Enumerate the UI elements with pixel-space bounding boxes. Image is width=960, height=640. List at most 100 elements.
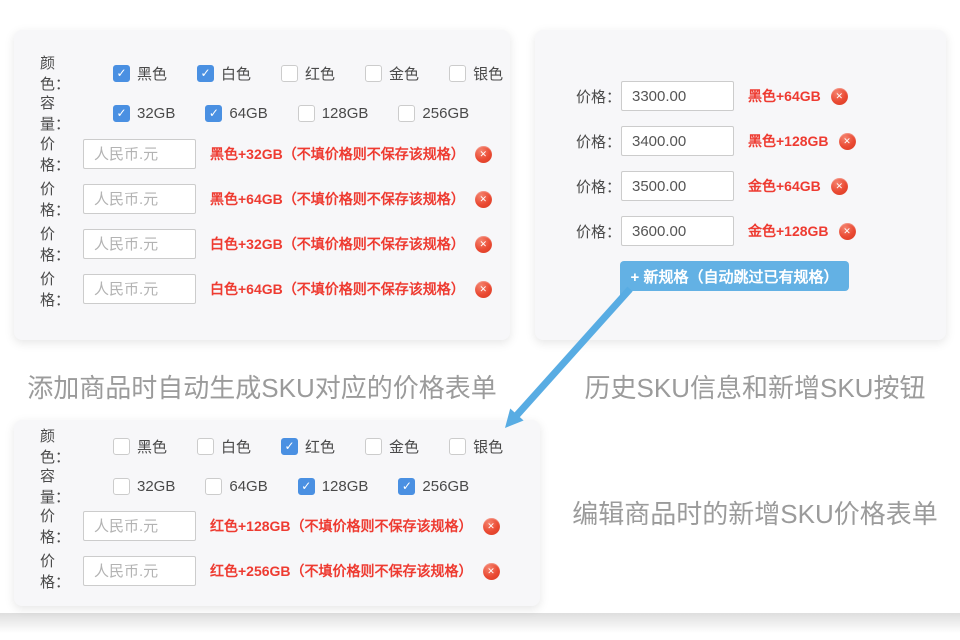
capacity-option-64gb[interactable]: ✓ 64GB — [205, 478, 267, 495]
price-row: 价格： 金色+128GB ✕ — [535, 216, 946, 246]
checkbox-icon: ✓ — [197, 438, 214, 455]
price-input[interactable] — [621, 81, 734, 111]
color-option-silver[interactable]: ✓ 银色 — [449, 63, 503, 84]
price-label: 价格： — [40, 223, 83, 265]
checkbox-icon: ✓ — [197, 65, 214, 82]
price-label: 价格： — [576, 86, 621, 107]
sku-spec-text: 黑色+128GB — [748, 131, 829, 151]
sku-spec-text: 金色+64GB — [748, 176, 821, 196]
delete-icon[interactable]: ✕ — [475, 281, 492, 298]
delete-icon[interactable]: ✕ — [475, 146, 492, 163]
check-icon: ✓ — [402, 480, 412, 492]
check-icon: ✓ — [285, 440, 295, 452]
price-row: 价格： 白色+32GB（不填价格则不保存该规格） ✕ — [14, 229, 510, 259]
color-option-black[interactable]: ✓ 黑色 — [113, 63, 167, 84]
delete-icon[interactable]: ✕ — [831, 88, 848, 105]
option-label: 红色 — [305, 436, 335, 457]
checkbox-icon: ✓ — [113, 65, 130, 82]
delete-icon[interactable]: ✕ — [475, 236, 492, 253]
capacity-option-128gb[interactable]: ✓ 128GB — [298, 105, 369, 122]
capacity-option-32gb[interactable]: ✓ 32GB — [113, 105, 175, 122]
color-option-black[interactable]: ✓ 黑色 — [113, 436, 167, 457]
price-row: 价格： 黑色+64GB ✕ — [535, 81, 946, 111]
delete-icon[interactable]: ✕ — [483, 563, 500, 580]
checkbox-icon: ✓ — [281, 65, 298, 82]
capacity-option-128gb[interactable]: ✓ 128GB — [298, 478, 369, 495]
page: 颜色： ✓ 黑色 ✓ 白色 ✓ 红色 ✓ 金色 ✓ 银色 容量： — [0, 0, 960, 640]
sku-spec-text: 红色+256GB（不填价格则不保存该规格） — [210, 561, 473, 581]
option-label: 64GB — [229, 105, 267, 122]
color-option-gold[interactable]: ✓ 金色 — [365, 63, 419, 84]
color-option-red[interactable]: ✓ 红色 — [281, 63, 335, 84]
color-option-white[interactable]: ✓ 白色 — [197, 63, 251, 84]
color-option-silver[interactable]: ✓ 银色 — [449, 436, 503, 457]
delete-icon[interactable]: ✕ — [831, 178, 848, 195]
delete-icon[interactable]: ✕ — [483, 518, 500, 535]
check-icon: ✓ — [116, 67, 126, 79]
delete-icon[interactable]: ✕ — [839, 223, 856, 240]
capacity-option-256gb[interactable]: ✓ 256GB — [398, 478, 469, 495]
price-input[interactable] — [83, 184, 196, 214]
price-input[interactable] — [83, 556, 196, 586]
capacity-options-row: 容量： ✓ 32GB ✓ 64GB ✓ 128GB ✓ 256GB — [14, 98, 510, 128]
sku-spec-text: 黑色+64GB — [748, 86, 821, 106]
price-input[interactable] — [621, 216, 734, 246]
capacity-option-32gb[interactable]: ✓ 32GB — [113, 478, 175, 495]
option-label: 白色 — [221, 63, 251, 84]
price-row: 价格： 黑色+128GB ✕ — [535, 126, 946, 156]
option-label: 256GB — [422, 105, 469, 122]
option-label: 金色 — [389, 63, 419, 84]
checkbox-icon: ✓ — [113, 438, 130, 455]
option-label: 256GB — [422, 478, 469, 495]
checkbox-icon: ✓ — [113, 478, 130, 495]
option-label: 黑色 — [137, 63, 167, 84]
color-row-label: 颜色： — [40, 425, 83, 467]
checkbox-icon: ✓ — [298, 105, 315, 122]
caption-history: 历史SKU信息和新增SKU按钮 — [555, 368, 955, 405]
option-label: 红色 — [305, 63, 335, 84]
checkbox-icon: ✓ — [449, 65, 466, 82]
check-icon: ✓ — [200, 67, 210, 79]
price-label: 价格： — [576, 131, 621, 152]
price-input[interactable] — [621, 171, 734, 201]
price-label: 价格： — [576, 221, 621, 242]
price-input[interactable] — [83, 229, 196, 259]
color-option-gold[interactable]: ✓ 金色 — [365, 436, 419, 457]
color-option-red[interactable]: ✓ 红色 — [281, 436, 335, 457]
price-input[interactable] — [621, 126, 734, 156]
option-label: 32GB — [137, 478, 175, 495]
delete-icon[interactable]: ✕ — [475, 191, 492, 208]
edit-sku-panel: 颜色： ✓ 黑色 ✓ 白色 ✓ 红色 ✓ 金色 ✓ 银色 容量： — [14, 420, 540, 606]
capacity-option-256gb[interactable]: ✓ 256GB — [398, 105, 469, 122]
capacity-option-64gb[interactable]: ✓ 64GB — [205, 105, 267, 122]
page-bottom-shadow — [0, 613, 960, 639]
color-option-white[interactable]: ✓ 白色 — [197, 436, 251, 457]
option-label: 黑色 — [137, 436, 167, 457]
price-input[interactable] — [83, 274, 196, 304]
delete-icon[interactable]: ✕ — [839, 133, 856, 150]
option-label: 32GB — [137, 105, 175, 122]
checkbox-icon: ✓ — [398, 478, 415, 495]
option-label: 白色 — [221, 436, 251, 457]
option-label: 64GB — [229, 478, 267, 495]
price-row: 价格： 红色+128GB（不填价格则不保存该规格） ✕ — [14, 511, 540, 541]
checkbox-icon: ✓ — [398, 105, 415, 122]
price-input[interactable] — [83, 511, 196, 541]
x-glyph: ✕ — [835, 92, 843, 101]
checkbox-icon: ✓ — [205, 478, 222, 495]
capacity-options-row: 容量： ✓ 32GB ✓ 64GB ✓ 128GB ✓ 256GB — [14, 471, 540, 501]
x-glyph: ✕ — [843, 137, 851, 146]
color-options-row: 颜色： ✓ 黑色 ✓ 白色 ✓ 红色 ✓ 金色 ✓ 银色 — [14, 431, 540, 461]
price-input[interactable] — [83, 139, 196, 169]
checkbox-icon: ✓ — [113, 105, 130, 122]
checkbox-icon: ✓ — [365, 65, 382, 82]
price-row: 价格： 黑色+32GB（不填价格则不保存该规格） ✕ — [14, 139, 510, 169]
sku-spec-text: 红色+128GB（不填价格则不保存该规格） — [210, 516, 473, 536]
sku-spec-text: 白色+32GB（不填价格则不保存该规格） — [210, 234, 465, 254]
caption-edit-form: 编辑商品时的新增SKU价格表单 — [555, 494, 955, 531]
x-glyph: ✕ — [835, 182, 843, 191]
price-label: 价格： — [40, 178, 83, 220]
price-label: 价格： — [40, 133, 83, 175]
price-label: 价格： — [40, 550, 83, 592]
add-spec-button[interactable]: + 新规格（自动跳过已有规格） — [620, 261, 849, 291]
